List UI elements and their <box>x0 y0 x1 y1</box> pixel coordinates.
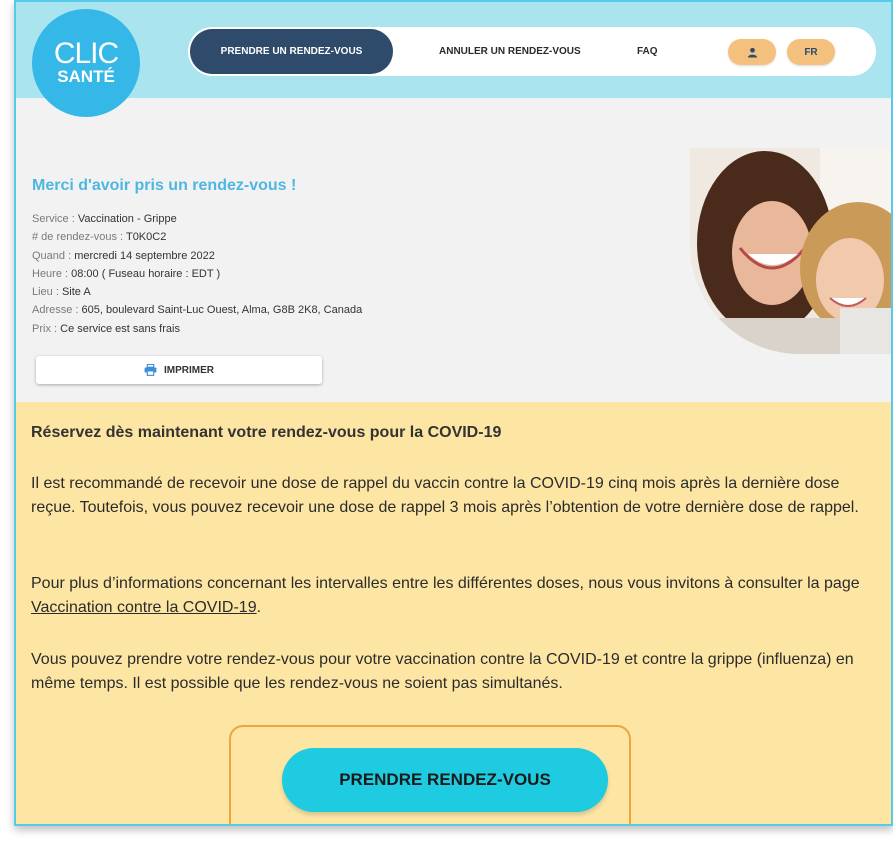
detail-row: Heure : 08:00 ( Fuseau horaire : EDT ) <box>32 265 362 283</box>
confirmation-title: Merci d'avoir pris un rendez-vous ! <box>32 177 297 194</box>
detail-row: Prix : Ce service est sans frais <box>32 320 362 338</box>
covid-paragraph-2: Pour plus d’informations concernant les … <box>31 572 874 620</box>
nav-faq[interactable]: FAQ <box>637 27 658 76</box>
covid-title: Réservez dès maintenant votre rendez-vou… <box>31 424 502 441</box>
detail-label: Lieu : <box>32 286 62 299</box>
detail-label: Service : <box>32 213 78 225</box>
book-appointment-button[interactable]: PRENDRE RENDEZ-VOUS <box>282 748 608 812</box>
print-button[interactable]: IMPRIMER <box>36 356 322 384</box>
appointment-details: Service : Vaccination - Grippe # de rend… <box>32 210 362 338</box>
detail-value: 08:00 ( Fuseau horaire : EDT ) <box>71 267 221 280</box>
detail-row: Lieu : Site A <box>32 283 362 301</box>
detail-label: # de rendez-vous : <box>32 231 126 244</box>
covid-paragraph-1: Il est recommandé de recevoir une dose d… <box>31 475 859 516</box>
detail-value: T0K0C2 <box>125 231 167 244</box>
covid-paragraph-3: Vous pouvez prendre votre rendez-vous po… <box>31 651 854 692</box>
detail-row: Service : Vaccination - Grippe <box>32 210 362 228</box>
account-button[interactable] <box>728 39 776 65</box>
detail-label: Heure : <box>32 267 72 280</box>
clic-sante-logo[interactable]: CLIC SANTÉ <box>32 9 140 117</box>
user-icon <box>747 47 757 58</box>
detail-label: Adresse : <box>32 304 82 317</box>
covid-section: Réservez dès maintenant votre rendez-vou… <box>16 402 891 824</box>
covid-paragraph-2-end: . <box>256 599 262 616</box>
detail-value: mercredi 14 septembre 2022 <box>74 249 215 262</box>
printer-icon <box>144 364 157 376</box>
detail-row: # de rendez-vous : T0K0C2 <box>32 228 362 246</box>
language-button[interactable]: FR <box>787 39 835 65</box>
logo-text-sante: SANTÉ <box>57 67 115 86</box>
covid-paragraph-2-text: Pour plus d’informations concernant les … <box>31 575 860 592</box>
site-header: PRENDRE UN RENDEZ-VOUS ANNULER UN RENDEZ… <box>16 2 891 98</box>
main-nav: PRENDRE UN RENDEZ-VOUS ANNULER UN RENDEZ… <box>188 27 876 76</box>
nav-book-appointment[interactable]: PRENDRE UN RENDEZ-VOUS <box>190 29 393 74</box>
detail-label: Quand : <box>32 249 75 262</box>
covid-vaccination-link[interactable]: Vaccination contre la COVID-19 <box>31 599 257 616</box>
page-frame: PRENDRE UN RENDEZ-VOUS ANNULER UN RENDEZ… <box>14 0 893 826</box>
print-label: IMPRIMER <box>164 364 214 376</box>
detail-row: Adresse : 605, boulevard Saint-Luc Ouest… <box>32 301 362 319</box>
detail-row: Quand : mercredi 14 septembre 2022 <box>32 247 362 265</box>
detail-value: Vaccination - Grippe <box>77 213 177 225</box>
mother-child-photo <box>690 148 891 354</box>
detail-value: Ce service est sans frais <box>60 322 180 335</box>
nav-cancel-appointment[interactable]: ANNULER UN RENDEZ-VOUS <box>439 27 581 76</box>
photo-illustration <box>690 148 891 354</box>
detail-label: Prix : <box>32 322 61 335</box>
detail-value: Site A <box>61 286 91 299</box>
logo-text-clic: CLIC <box>53 37 119 70</box>
detail-value: 605, boulevard Saint-Luc Ouest, Alma, G8… <box>81 304 363 317</box>
